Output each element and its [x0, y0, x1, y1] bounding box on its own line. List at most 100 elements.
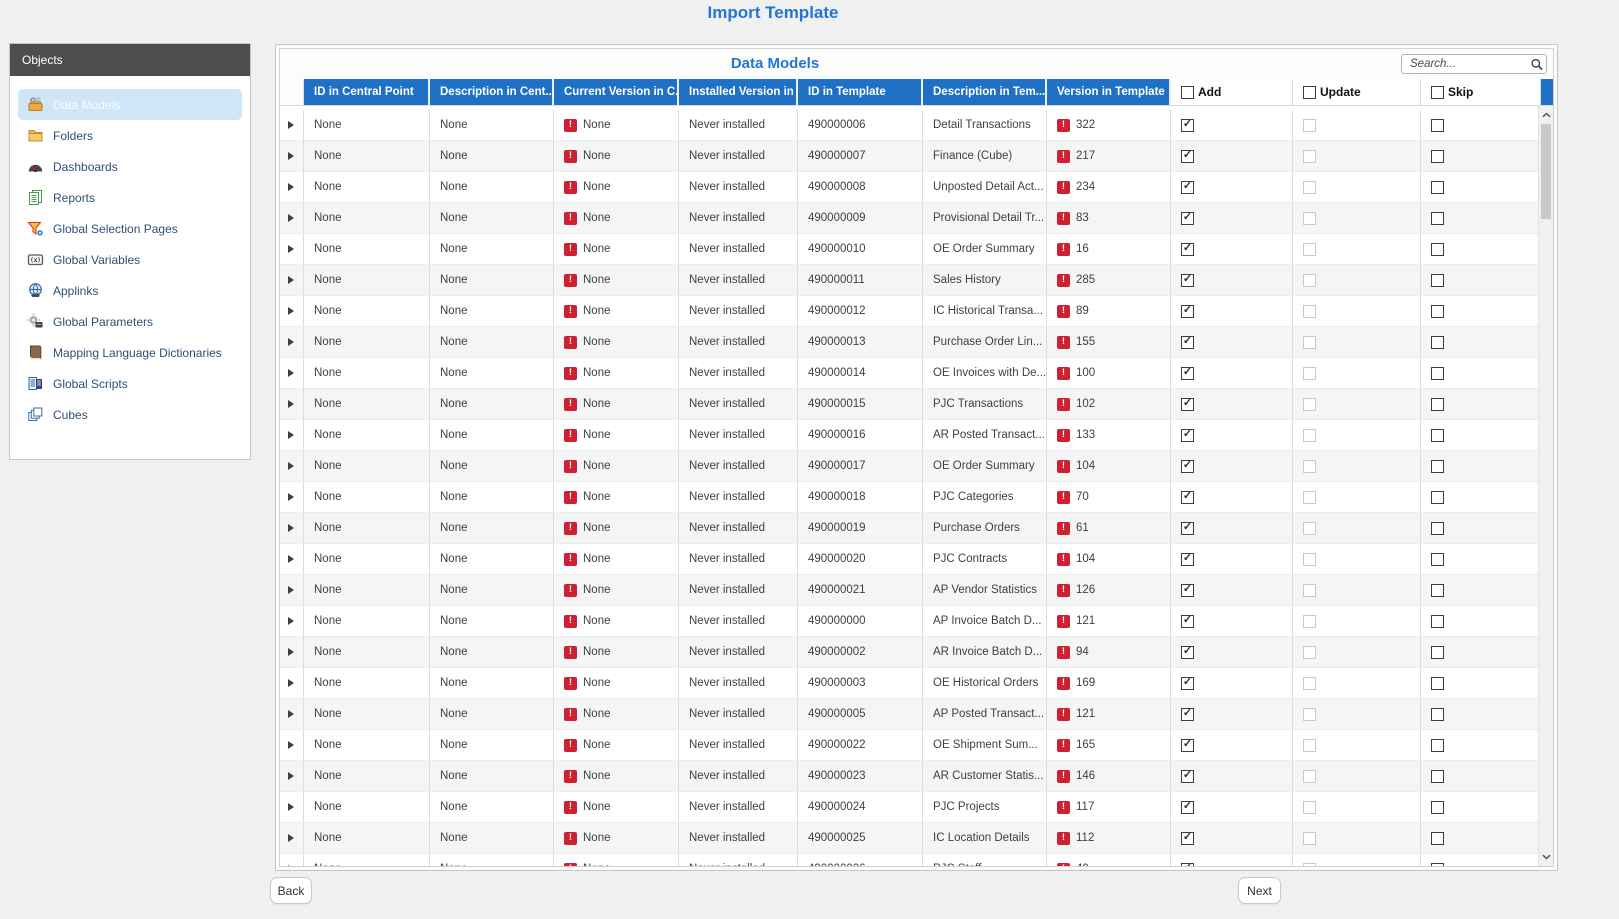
- update-checkbox[interactable]: [1303, 584, 1316, 597]
- expand-arrow-icon[interactable]: [288, 338, 294, 346]
- skip-checkbox[interactable]: [1431, 429, 1444, 442]
- add-checkbox[interactable]: [1181, 491, 1194, 504]
- sidebar-item-folders[interactable]: Folders: [18, 120, 242, 151]
- add-checkbox[interactable]: [1181, 553, 1194, 566]
- sidebar-item-dashboards[interactable]: Dashboards: [18, 151, 242, 182]
- update-checkbox[interactable]: [1303, 770, 1316, 783]
- sidebar-item-global-variables[interactable]: (x) Global Variables: [18, 244, 242, 275]
- update-checkbox[interactable]: [1303, 708, 1316, 721]
- sidebar-item-global-scripts[interactable]: Global Scripts: [18, 368, 242, 399]
- skip-checkbox[interactable]: [1431, 739, 1444, 752]
- update-checkbox[interactable]: [1303, 119, 1316, 132]
- expand-arrow-icon[interactable]: [288, 431, 294, 439]
- expand-arrow-icon[interactable]: [288, 400, 294, 408]
- update-checkbox[interactable]: [1303, 429, 1316, 442]
- expand-arrow-icon[interactable]: [288, 369, 294, 377]
- expand-arrow-icon[interactable]: [288, 493, 294, 501]
- expand-arrow-icon[interactable]: [288, 586, 294, 594]
- search-icon[interactable]: [1528, 57, 1546, 72]
- next-button[interactable]: Next: [1238, 877, 1281, 904]
- add-all-checkbox[interactable]: [1181, 86, 1194, 99]
- update-checkbox[interactable]: [1303, 367, 1316, 380]
- skip-checkbox[interactable]: [1431, 181, 1444, 194]
- sidebar-item-data-models[interactable]: Data Models: [18, 89, 242, 120]
- expand-arrow-icon[interactable]: [288, 307, 294, 315]
- skip-checkbox[interactable]: [1431, 584, 1444, 597]
- skip-checkbox[interactable]: [1431, 336, 1444, 349]
- add-checkbox[interactable]: [1181, 429, 1194, 442]
- update-checkbox[interactable]: [1303, 646, 1316, 659]
- update-checkbox[interactable]: [1303, 398, 1316, 411]
- expand-arrow-icon[interactable]: [288, 741, 294, 749]
- add-checkbox[interactable]: [1181, 150, 1194, 163]
- expand-arrow-icon[interactable]: [288, 710, 294, 718]
- sidebar-item-global-selection-pages[interactable]: Global Selection Pages: [18, 213, 242, 244]
- column-header-version-in-template[interactable]: Version in Template: [1047, 79, 1171, 105]
- skip-checkbox[interactable]: [1431, 801, 1444, 814]
- sidebar-item-global-parameters[interactable]: Global Parameters: [18, 306, 242, 337]
- add-checkbox[interactable]: [1181, 801, 1194, 814]
- skip-checkbox[interactable]: [1431, 243, 1444, 256]
- search-input[interactable]: [1402, 58, 1528, 70]
- column-header-installed-version-in[interactable]: Installed Version in ...: [679, 79, 798, 105]
- column-header-description-in-tem[interactable]: Description in Tem...: [923, 79, 1047, 105]
- add-checkbox[interactable]: [1181, 584, 1194, 597]
- skip-checkbox[interactable]: [1431, 367, 1444, 380]
- expand-arrow-icon[interactable]: [288, 679, 294, 687]
- column-header-id-in-central-point[interactable]: ID in Central Point: [304, 79, 430, 105]
- update-checkbox[interactable]: [1303, 150, 1316, 163]
- sidebar-item-applinks[interactable]: Applinks: [18, 275, 242, 306]
- skip-checkbox[interactable]: [1431, 863, 1444, 867]
- add-checkbox[interactable]: [1181, 770, 1194, 783]
- vertical-scrollbar[interactable]: [1538, 106, 1553, 866]
- update-checkbox[interactable]: [1303, 863, 1316, 867]
- add-checkbox[interactable]: [1181, 615, 1194, 628]
- expand-arrow-icon[interactable]: [288, 462, 294, 470]
- skip-checkbox[interactable]: [1431, 832, 1444, 845]
- skip-checkbox[interactable]: [1431, 677, 1444, 690]
- skip-checkbox[interactable]: [1431, 522, 1444, 535]
- sidebar-item-reports[interactable]: Reports: [18, 182, 242, 213]
- add-checkbox[interactable]: [1181, 119, 1194, 132]
- add-checkbox[interactable]: [1181, 646, 1194, 659]
- expand-arrow-icon[interactable]: [288, 865, 294, 866]
- add-checkbox[interactable]: [1181, 181, 1194, 194]
- update-checkbox[interactable]: [1303, 336, 1316, 349]
- skip-checkbox[interactable]: [1431, 460, 1444, 473]
- expand-arrow-icon[interactable]: [288, 803, 294, 811]
- update-checkbox[interactable]: [1303, 801, 1316, 814]
- add-checkbox[interactable]: [1181, 305, 1194, 318]
- expand-arrow-icon[interactable]: [288, 276, 294, 284]
- add-checkbox[interactable]: [1181, 336, 1194, 349]
- expand-arrow-icon[interactable]: [288, 183, 294, 191]
- back-button[interactable]: Back: [270, 877, 312, 904]
- skip-checkbox[interactable]: [1431, 770, 1444, 783]
- skip-checkbox[interactable]: [1431, 150, 1444, 163]
- skip-checkbox[interactable]: [1431, 491, 1444, 504]
- add-checkbox[interactable]: [1181, 522, 1194, 535]
- update-checkbox[interactable]: [1303, 832, 1316, 845]
- add-checkbox[interactable]: [1181, 708, 1194, 721]
- add-checkbox[interactable]: [1181, 863, 1194, 867]
- update-checkbox[interactable]: [1303, 553, 1316, 566]
- skip-checkbox[interactable]: [1431, 305, 1444, 318]
- expand-arrow-icon[interactable]: [288, 648, 294, 656]
- column-header-id-in-template[interactable]: ID in Template: [798, 79, 923, 105]
- expand-arrow-icon[interactable]: [288, 555, 294, 563]
- add-checkbox[interactable]: [1181, 367, 1194, 380]
- expand-arrow-icon[interactable]: [288, 152, 294, 160]
- update-checkbox[interactable]: [1303, 739, 1316, 752]
- update-checkbox[interactable]: [1303, 491, 1316, 504]
- add-checkbox[interactable]: [1181, 212, 1194, 225]
- expand-arrow-icon[interactable]: [288, 834, 294, 842]
- skip-checkbox[interactable]: [1431, 553, 1444, 566]
- skip-checkbox[interactable]: [1431, 212, 1444, 225]
- update-checkbox[interactable]: [1303, 181, 1316, 194]
- sidebar-item-cubes[interactable]: Cubes: [18, 399, 242, 430]
- add-checkbox[interactable]: [1181, 274, 1194, 287]
- scrollbar-thumb[interactable]: [1541, 124, 1551, 219]
- expand-arrow-icon[interactable]: [288, 524, 294, 532]
- update-checkbox[interactable]: [1303, 212, 1316, 225]
- expand-arrow-icon[interactable]: [288, 617, 294, 625]
- add-checkbox[interactable]: [1181, 739, 1194, 752]
